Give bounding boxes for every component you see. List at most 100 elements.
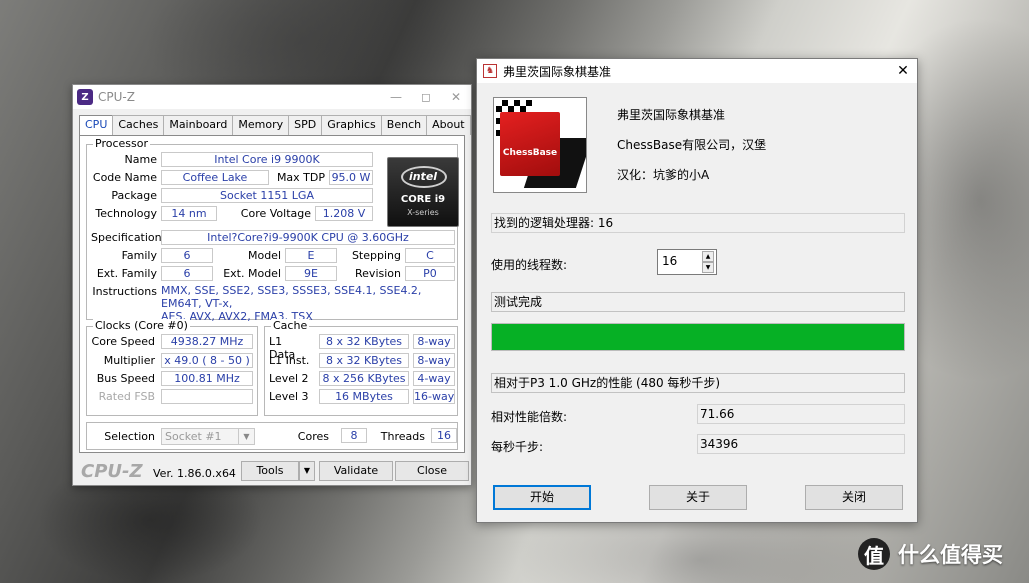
tab-caches[interactable]: Caches xyxy=(112,115,165,135)
cores-value: 8 xyxy=(341,428,367,443)
specification-label: Specification xyxy=(91,231,162,244)
close-button[interactable]: 关闭 xyxy=(805,485,903,510)
l1inst-way: 8-way xyxy=(413,353,455,368)
version-text: Ver. 1.86.0.x64 xyxy=(153,467,236,480)
intel-core-text: CORE i9 xyxy=(400,194,446,205)
ratio-label: 相对性能倍数: xyxy=(491,410,568,424)
tools-button[interactable]: Tools xyxy=(241,461,299,481)
ratio-value: 71.66 xyxy=(697,404,905,424)
instructions-value: MMX, SSE, SSE2, SSE3, SSSE3, SSE4.1, SSE… xyxy=(161,284,457,323)
stepping-value: C xyxy=(405,248,455,263)
cpuz-footer: CPU-Z Ver. 1.86.0.x64 Tools ▼ Validate C… xyxy=(73,459,471,485)
chessbase-logo: ChessBase xyxy=(493,97,587,193)
intel-brand-text: intel xyxy=(408,170,438,183)
corespeed-value: 4938.27 MHz xyxy=(161,334,253,349)
threads-value: 16 xyxy=(431,428,457,443)
maxtdp-value: 95.0 W xyxy=(329,170,373,185)
instructions-label: Instructions xyxy=(92,285,157,298)
threads-spinner-value: 16 xyxy=(662,254,678,268)
model-value: E xyxy=(285,248,337,263)
l3-value: 16 MBytes xyxy=(319,389,409,404)
logical-processors-field: 找到的逻辑处理器: 16 xyxy=(491,213,905,233)
package-label: Package xyxy=(111,189,157,202)
progress-bar xyxy=(491,323,905,351)
l1inst-value: 8 x 32 KBytes xyxy=(319,353,409,368)
revision-label: Revision xyxy=(355,267,401,280)
intel-series-text: X-series xyxy=(407,208,439,217)
watermark: 值 什么值得买 xyxy=(858,538,1003,570)
status-field: 测试完成 xyxy=(491,292,905,312)
validate-button[interactable]: Validate xyxy=(319,461,393,481)
cores-label: Cores xyxy=(297,430,329,443)
selection-label: Selection xyxy=(104,430,155,443)
watermark-text: 什么值得买 xyxy=(898,543,1003,567)
extmodel-value: 9E xyxy=(285,266,337,281)
tab-spd[interactable]: SPD xyxy=(288,115,323,135)
processor-group-label: Processor xyxy=(93,137,150,150)
about-button[interactable]: 关于 xyxy=(649,485,747,510)
close-window-button[interactable]: ✕ xyxy=(441,85,471,109)
socket-select-value: Socket #1 xyxy=(165,430,222,443)
tab-graphics[interactable]: Graphics xyxy=(321,115,382,135)
ratedfsb-value xyxy=(161,389,253,404)
multiplier-label: Multiplier xyxy=(103,354,155,367)
socket-select[interactable]: Socket #1 ▼ xyxy=(161,428,255,445)
revision-value: P0 xyxy=(405,266,455,281)
l2-label: Level 2 xyxy=(269,372,309,385)
info-localization: 汉化：坑爹的小A xyxy=(617,168,710,182)
maximize-button[interactable]: ◻ xyxy=(411,85,441,109)
smzdm-logo-icon: 值 xyxy=(858,538,890,570)
codename-label: Code Name xyxy=(92,171,157,184)
cache-group: Cache L1 Data 8 x 32 KBytes 8-way L1 Ins… xyxy=(264,319,458,416)
family-label: Family xyxy=(121,249,157,262)
tab-memory[interactable]: Memory xyxy=(232,115,290,135)
fritz-app-icon: ♞ xyxy=(483,64,497,78)
stepping-label: Stepping xyxy=(351,249,401,262)
minimize-button[interactable]: — xyxy=(381,85,411,109)
fritz-window-title: 弗里茨国际象棋基准 xyxy=(503,64,612,79)
l2-value: 8 x 256 KBytes xyxy=(319,371,409,386)
spin-down-icon[interactable]: ▼ xyxy=(702,262,714,273)
corespeed-label: Core Speed xyxy=(91,335,155,348)
start-button[interactable]: 开始 xyxy=(493,485,591,510)
info-company: ChessBase有限公司，汉堡 xyxy=(617,138,767,152)
specification-value: Intel?Core?i9-9900K CPU @ 3.60GHz xyxy=(161,230,455,245)
tab-cpu[interactable]: CPU xyxy=(79,115,114,136)
progress-fill xyxy=(492,324,904,350)
logo-text: ChessBase xyxy=(502,148,558,158)
close-button[interactable]: Close xyxy=(395,461,469,481)
threads-label: 使用的线程数: xyxy=(491,258,568,272)
kns-value: 34396 xyxy=(697,434,905,454)
name-value: Intel Core i9 9900K xyxy=(161,152,373,167)
technology-label: Technology xyxy=(95,207,157,220)
package-value: Socket 1151 LGA xyxy=(161,188,373,203)
tab-mainboard[interactable]: Mainboard xyxy=(163,115,234,135)
fritz-titlebar[interactable]: ♞ 弗里茨国际象棋基准 ✕ xyxy=(477,59,917,83)
busspeed-label: Bus Speed xyxy=(96,372,155,385)
intel-core-i9-logo: intel CORE i9 X-series xyxy=(387,157,459,227)
relative-performance-field: 相对于P3 1.0 GHz的性能 (480 每秒千步) xyxy=(491,373,905,393)
multiplier-value: x 49.0 ( 8 - 50 ) xyxy=(161,353,253,368)
cpuz-logo: CPU-Z xyxy=(81,461,143,482)
close-icon[interactable]: ✕ xyxy=(889,59,917,83)
instructions-line-1: MMX, SSE, SSE2, SSE3, SSSE3, SSE4.1, SSE… xyxy=(161,284,422,310)
selection-group: Selection Socket #1 ▼ Cores 8 Threads 16 xyxy=(86,422,458,450)
l1data-way: 8-way xyxy=(413,334,455,349)
spin-up-icon[interactable]: ▲ xyxy=(702,251,714,262)
cpuz-app-icon: Z xyxy=(77,89,93,105)
cache-group-label: Cache xyxy=(271,319,310,332)
threads-spinner[interactable]: 16 ▲ ▼ xyxy=(657,249,717,275)
corevoltage-value: 1.208 V xyxy=(315,206,373,221)
tools-dropdown-icon[interactable]: ▼ xyxy=(299,461,315,481)
logo-plate: ChessBase xyxy=(500,112,560,176)
family-value: 6 xyxy=(161,248,213,263)
extfamily-label: Ext. Family xyxy=(96,267,157,280)
chevron-down-icon: ▼ xyxy=(238,429,254,444)
cpuz-titlebar[interactable]: Z CPU-Z — ◻ ✕ xyxy=(73,85,471,109)
tab-bench[interactable]: Bench xyxy=(380,115,428,135)
tab-about[interactable]: About xyxy=(426,115,471,135)
l3-way: 16-way xyxy=(413,389,455,404)
cpuz-tabs: CPU Caches Mainboard Memory SPD Graphics… xyxy=(79,115,471,136)
l1data-value: 8 x 32 KBytes xyxy=(319,334,409,349)
model-label: Model xyxy=(247,249,281,262)
